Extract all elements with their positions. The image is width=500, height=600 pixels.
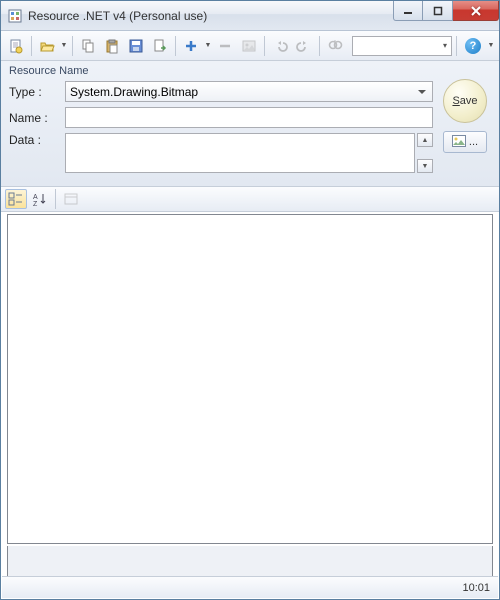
find-button[interactable] [324,35,346,57]
property-grid[interactable] [7,214,493,544]
paste-button[interactable] [101,35,123,57]
image-edit-button[interactable] [238,35,260,57]
browse-button[interactable]: ... [443,131,487,153]
app-icon [7,8,23,24]
open-dropdown-icon[interactable]: ▼ [60,42,68,49]
categorized-view-button[interactable] [5,189,27,209]
maximize-button[interactable] [423,1,453,21]
copy-button[interactable] [77,35,99,57]
property-pages-button [60,189,82,209]
new-resource-button[interactable] [5,35,27,57]
name-label: Name : [9,111,65,125]
save-button[interactable]: Save [443,79,487,123]
resource-form-panel: Resource Name Type : System.Drawing.Bitm… [1,61,499,187]
svg-text:Z: Z [33,201,38,206]
title-bar: Resource .NET v4 (Personal use) [1,1,499,31]
data-spin-down[interactable]: ▼ [417,159,433,173]
type-select[interactable]: System.Drawing.Bitmap [65,81,433,102]
close-button[interactable] [453,1,499,21]
help-button[interactable]: ? [465,38,481,54]
status-bar: 10:01 [2,576,498,598]
toolbar-separator [264,36,265,56]
data-label: Data : [9,133,65,147]
data-textarea[interactable] [65,133,415,173]
add-button[interactable] [180,35,202,57]
save-label: Save [452,95,477,107]
type-value: System.Drawing.Bitmap [70,85,198,99]
minimize-button[interactable] [393,1,423,21]
toolbar-separator [175,36,176,56]
name-input[interactable] [65,107,433,128]
save-button[interactable] [125,35,147,57]
add-dropdown-icon[interactable]: ▼ [204,42,212,49]
redo-button[interactable] [293,35,315,57]
form-header: Resource Name [9,65,491,77]
export-button[interactable] [149,35,171,57]
alphabetical-view-button[interactable]: A Z [29,189,51,209]
toolbar-separator [456,36,457,56]
image-icon [452,135,466,150]
toolbar-separator [319,36,320,56]
remove-button[interactable] [214,35,236,57]
toolbar-separator [55,189,56,209]
data-spin-up[interactable]: ▲ [417,133,433,147]
undo-button[interactable] [269,35,291,57]
status-time: 10:01 [462,582,490,594]
window-title: Resource .NET v4 (Personal use) [28,9,207,23]
property-toolbar: A Z [1,187,499,212]
toolbar-combo[interactable] [352,36,452,56]
main-toolbar: ▼ ▼ [1,31,499,61]
toolbar-separator [72,36,73,56]
type-label: Type : [9,85,65,99]
browse-label: ... [469,136,478,148]
svg-text:A: A [33,194,38,201]
toolbar-separator [31,36,32,56]
help-dropdown-icon[interactable]: ▼ [487,42,495,49]
help-icon: ? [470,40,477,52]
open-button[interactable] [36,35,58,57]
